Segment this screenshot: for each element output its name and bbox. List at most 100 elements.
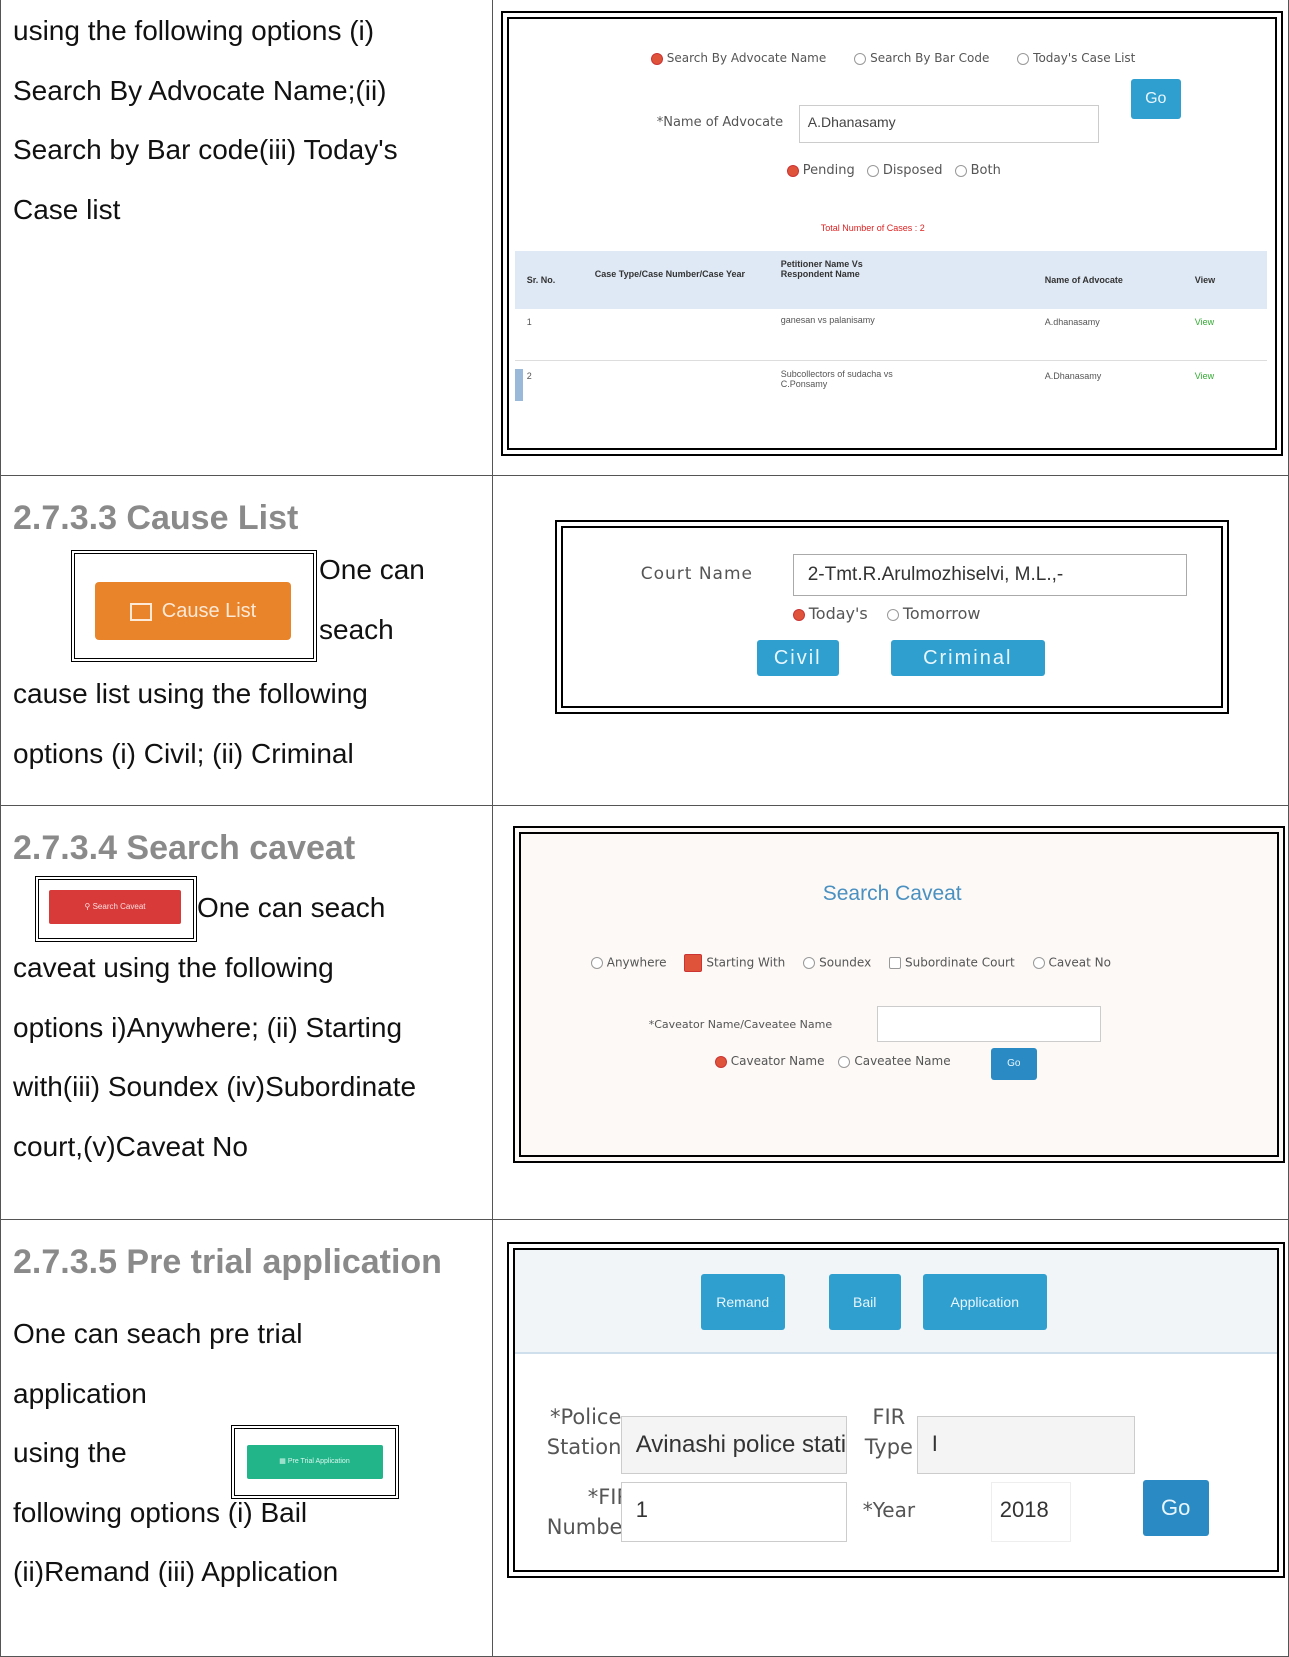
option-todays-case-list: Today's Case List	[1033, 51, 1136, 65]
header-parties: Petitioner Name Vs Respondent Name	[780, 259, 863, 279]
checkbox-icon	[889, 957, 901, 969]
fir-number-label-line: *FIR	[587, 1485, 632, 1509]
advocate-label: *Name of Advocate	[656, 115, 784, 130]
text-line: using the following options (i)	[13, 15, 375, 46]
text-line: Search by Bar code(iii) Today's	[13, 134, 398, 165]
go-button: Go	[1142, 1480, 1209, 1536]
results-header: Sr. No. Case Type/Case Number/Case Year …	[514, 251, 1267, 309]
left-cell: using the following options (i) Search B…	[0, 0, 493, 476]
go-button: Go	[1130, 79, 1181, 119]
text-line: options i)Anywhere; (ii) Starting	[13, 1011, 403, 1043]
year-label: *Year	[862, 1498, 916, 1522]
option-both: Both	[970, 163, 1001, 178]
text-line: cause list using the following	[13, 678, 368, 709]
row-advocate: A.dhanasamy	[1044, 317, 1100, 327]
advocate-name-input: A.Dhanasamy	[798, 105, 1099, 143]
civil-button: Civil	[756, 640, 839, 676]
option-starting-with: Starting With	[706, 955, 786, 970]
right-cell: Search Caveat Anywhere Starting With Sou…	[491, 805, 1289, 1220]
option-bar-code: Search By Bar Code	[870, 51, 990, 65]
option-tomorrow: Tomorrow	[902, 604, 981, 623]
radio-icon	[650, 52, 663, 65]
caveat-title: Search Caveat	[822, 882, 962, 905]
left-cell: 2.7.3.3 Cause List Cause List One can se…	[0, 475, 493, 806]
header-view: View	[1194, 275, 1216, 285]
radio-icon	[590, 957, 603, 969]
text-line: One can seach	[197, 892, 386, 923]
search-caveat-screenshot: Search Caveat Anywhere Starting With Sou…	[512, 826, 1285, 1163]
caveator-name-input	[876, 1006, 1101, 1042]
text-line: One can seach pre trial	[13, 1318, 303, 1349]
checkbox-icon	[684, 954, 703, 972]
radio-icon	[714, 1055, 727, 1068]
search-icon: ⚲	[84, 902, 91, 911]
header-sr: Sr. No.	[526, 275, 556, 285]
option-pending: Pending	[802, 163, 855, 178]
police-label-line: Station	[546, 1435, 622, 1459]
application-button: Application	[922, 1274, 1047, 1330]
table-row: using the following options (i) Search B…	[0, 0, 1289, 476]
row-sr: 1	[526, 317, 532, 327]
document-page: using the following options (i) Search B…	[0, 0, 1289, 1657]
option-caveat-no: Caveat No	[1048, 955, 1111, 970]
pre-trial-image: ▦ Pre Trial Application	[230, 1424, 399, 1499]
header-advocate: Name of Advocate	[1044, 275, 1123, 285]
radio-icon	[792, 608, 805, 621]
radio-icon	[786, 164, 799, 177]
bail-button: Bail	[828, 1274, 901, 1330]
text-line: Case list	[13, 193, 121, 225]
text-line: (ii)Remand (iii) Application	[13, 1556, 339, 1587]
section-heading: 2.7.3.3 Cause List	[13, 499, 299, 537]
year-input: 2018	[990, 1482, 1071, 1542]
cause-list-label: Cause List	[161, 600, 257, 622]
document-icon: ▦	[279, 1457, 286, 1465]
option-subordinate-court: Subordinate Court	[905, 955, 1015, 970]
radio-icon	[803, 957, 816, 969]
radio-icon	[1017, 52, 1030, 65]
calendar-icon	[129, 602, 152, 621]
left-cell: 2.7.3.4 Search caveat ⚲ Search Caveat On…	[0, 805, 493, 1220]
option-disposed: Disposed	[882, 163, 943, 178]
text-line: application	[13, 1377, 147, 1409]
fir-type-label-line: Type	[864, 1435, 913, 1459]
content-table: using the following options (i) Search B…	[0, 0, 1289, 1657]
pre-trial-screenshot: Remand Bail Application *Police Station …	[506, 1242, 1285, 1578]
row-parties: ganesan vs palanisamy	[780, 315, 875, 325]
option-anywhere: Anywhere	[606, 955, 667, 970]
row-parties: Subcollectors of sudacha vs C.Ponsamy	[780, 369, 893, 389]
cause-list-screenshot: Court Name 2-Tmt.R.Arulmozhiselvi, M.L.,…	[554, 520, 1229, 714]
caveator-name-label: *Caveator Name/Caveatee Name	[648, 1018, 833, 1031]
header-case: Case Type/Case Number/Case Year	[594, 269, 745, 279]
row-view-link: View	[1194, 317, 1215, 327]
option-todays: Today's	[808, 604, 868, 623]
text-line: options (i) Civil; (ii) Criminal	[13, 737, 354, 769]
text-line: caveat using the following	[13, 952, 334, 983]
text-line: court,(v)Caveat No	[13, 1130, 248, 1162]
cause-list-image: Cause List	[71, 550, 317, 662]
table-row: 2 Subcollectors of sudacha vs C.Ponsamy …	[514, 361, 1267, 417]
row-sr: 2	[526, 371, 532, 381]
criminal-button: Criminal	[890, 640, 1045, 676]
radio-icon	[854, 52, 867, 65]
pre-trial-label: Pre Trial Application	[287, 1457, 350, 1465]
radio-icon	[1032, 957, 1045, 969]
fir-type-select: I	[916, 1416, 1135, 1474]
police-station-select: Avinashi police static	[620, 1416, 847, 1474]
section-heading: 2.7.3.4 Search caveat	[13, 829, 356, 867]
option-caveator-name: Caveator Name	[730, 1054, 825, 1068]
fir-number-input: 1	[620, 1482, 847, 1542]
right-cell: Search By Advocate Name Search By Bar Co…	[491, 0, 1289, 476]
section-heading: 2.7.3.5 Pre trial application	[13, 1243, 442, 1281]
total-cases: Total Number of Cases : 2	[820, 223, 925, 233]
court-name-label: Court Name	[640, 564, 753, 584]
fir-type-label-line: FIR	[872, 1405, 906, 1429]
police-label-line: *Police	[550, 1405, 622, 1429]
text-line: with(iii) Soundex (iv)Subordinate	[13, 1071, 417, 1102]
text-line: One can	[319, 554, 425, 585]
row-advocate: A.Dhanasamy	[1044, 371, 1102, 381]
fir-number-label-line: Number	[546, 1515, 632, 1539]
radio-icon	[838, 1055, 851, 1068]
remand-button: Remand	[700, 1274, 785, 1330]
table-row: 2.7.3.4 Search caveat ⚲ Search Caveat On…	[0, 805, 1289, 1220]
text-line: Search By Advocate Name;(ii)	[13, 74, 387, 106]
